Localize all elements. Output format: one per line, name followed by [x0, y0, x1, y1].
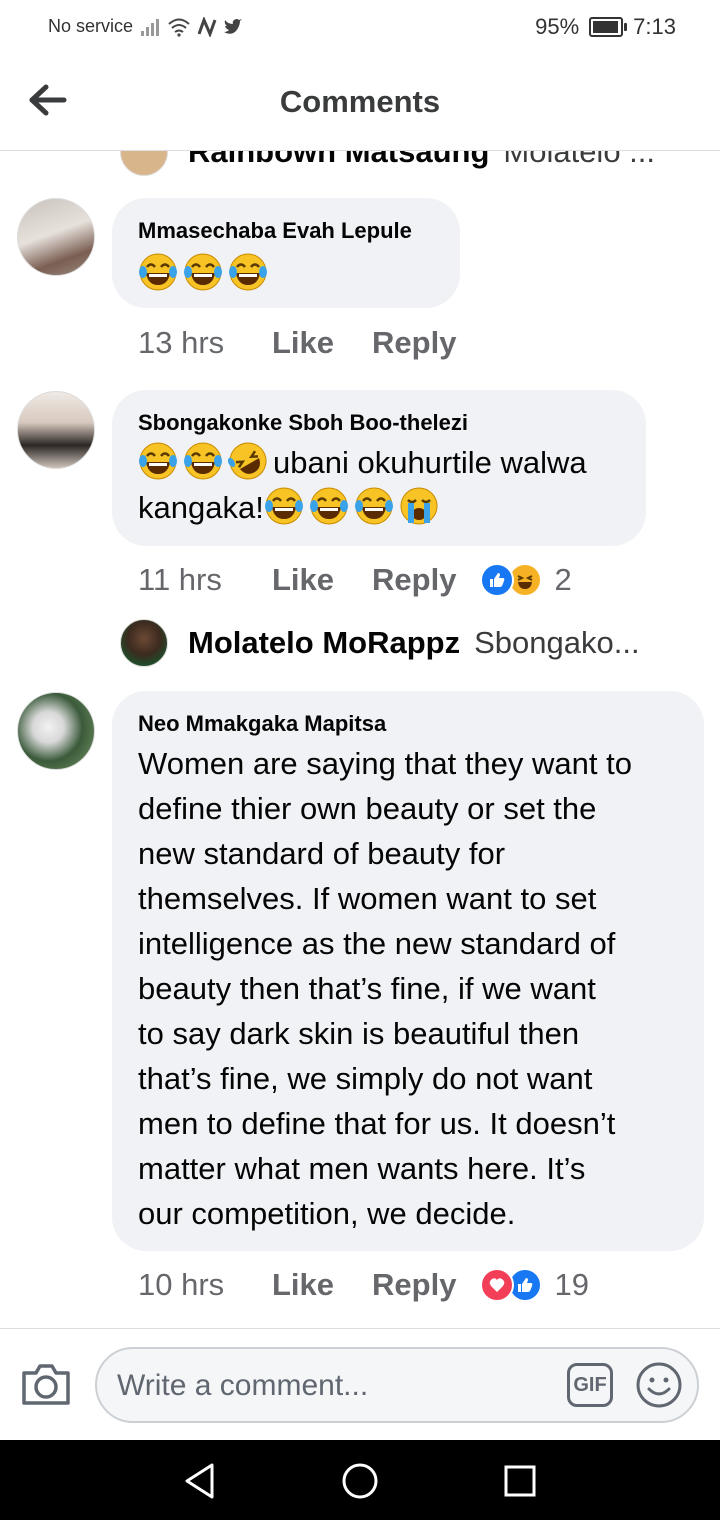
- joy-emoji-icon: [183, 252, 223, 292]
- like-button[interactable]: Like: [272, 562, 334, 598]
- comment-text-line: new standard of beauty for: [138, 836, 506, 871]
- camera-icon[interactable]: [20, 1361, 72, 1407]
- like-button[interactable]: Like: [272, 1267, 334, 1303]
- reply-button[interactable]: Reply: [372, 562, 456, 598]
- twitter-icon: [224, 18, 243, 34]
- comment-text-line: intelligence as the new standard of: [138, 926, 616, 961]
- comment-bubble[interactable]: Neo Mmakgaka Mapitsa Women are saying th…: [112, 691, 704, 1251]
- rofl-emoji-icon: [228, 441, 268, 481]
- avatar[interactable]: [17, 692, 95, 770]
- comment-actions: 10 hrs Like Reply 19: [138, 1267, 589, 1303]
- comment-actions: 13 hrs Like Reply: [138, 325, 494, 361]
- comment-text-line: beauty then that’s fine, if we want: [138, 971, 596, 1006]
- reaction-count[interactable]: 2: [554, 562, 571, 598]
- clock: 7:13: [633, 14, 676, 39]
- comment-composer: Write a comment... GIF: [0, 1328, 720, 1441]
- comment-placeholder: Write a comment...: [117, 1369, 369, 1402]
- comment-time: 11 hrs: [138, 562, 222, 597]
- comment-time: 10 hrs: [138, 1267, 225, 1302]
- comment-text-line: to say dark skin is beautiful then: [138, 1016, 580, 1051]
- commenter-name[interactable]: Sbongakonke Sboh Boo-thelezi: [138, 410, 468, 436]
- cry-emoji-icon: [399, 486, 439, 526]
- signal-icon: [141, 18, 160, 36]
- joy-emoji-icon: [183, 441, 223, 481]
- joy-emoji-icon: [228, 252, 268, 292]
- comment-text-line: kangaka!: [138, 490, 264, 525]
- avatar[interactable]: [17, 198, 95, 276]
- comment-bubble[interactable]: Sbongakonke Sboh Boo-thelezi ubani okuhu…: [112, 390, 646, 546]
- smiley-icon[interactable]: [635, 1361, 683, 1409]
- comments-header: Comments: [0, 56, 720, 151]
- comments-list[interactable]: Rainbown Matsaung Molatelo ... Mmasechab…: [0, 150, 720, 1328]
- battery-icon: [589, 17, 628, 37]
- reaction-count[interactable]: 19: [554, 1267, 588, 1303]
- comment-text: Sbongako...: [474, 625, 640, 660]
- avatar[interactable]: [17, 391, 95, 469]
- comment-time: 13 hrs: [138, 325, 225, 360]
- comment-text: Molatelo ...: [503, 150, 656, 169]
- comment-text-line: that’s fine, we simply do not want: [138, 1061, 593, 1096]
- nav-recents-icon[interactable]: [503, 1464, 537, 1498]
- comment-text: ubani okuhurtile walwa kangaka!: [138, 440, 587, 530]
- comment-text-line: define thier own beauty or set the: [138, 791, 597, 826]
- avatar[interactable]: [120, 619, 168, 667]
- comment-input[interactable]: Write a comment... GIF: [95, 1347, 699, 1423]
- love-reaction-icon: [480, 1268, 515, 1302]
- comment-emojis: [138, 252, 273, 292]
- commenter-name[interactable]: Neo Mmakgaka Mapitsa: [138, 711, 386, 737]
- joy-emoji-icon: [309, 486, 349, 526]
- nav-home-icon[interactable]: [341, 1462, 379, 1500]
- carrier-label: No service: [48, 16, 134, 36]
- comment-text-line: men to define that for us. It doesn’t: [138, 1106, 616, 1141]
- reply-preview[interactable]: Rainbown Matsaung Molatelo ...: [120, 150, 655, 176]
- reaction-summary[interactable]: 2: [480, 562, 572, 598]
- gif-icon[interactable]: GIF: [567, 1363, 613, 1407]
- reaction-summary[interactable]: 19: [480, 1267, 589, 1303]
- comment-text-line: Women are saying that they want to: [138, 746, 632, 781]
- commenter-name[interactable]: Molatelo MoRappz: [188, 625, 460, 661]
- comment-text: Women are saying that they want to defin…: [138, 741, 632, 1236]
- wifi-icon: [168, 18, 190, 37]
- like-button[interactable]: Like: [272, 325, 334, 361]
- like-reaction-icon: [480, 563, 515, 597]
- status-bar: No service 95% 7:13: [0, 0, 720, 56]
- joy-emoji-icon: [138, 441, 178, 481]
- system-nav-bar: [0, 1440, 720, 1520]
- commenter-name[interactable]: Mmasechaba Evah Lepule: [138, 218, 412, 244]
- reply-preview[interactable]: Molatelo MoRappz Sbongako...: [120, 619, 640, 667]
- comment-text-line: matter what men wants here. It’s: [138, 1151, 586, 1186]
- joy-emoji-icon: [138, 252, 178, 292]
- joy-emoji-icon: [354, 486, 394, 526]
- comment-bubble[interactable]: Mmasechaba Evah Lepule: [112, 198, 460, 308]
- comment-actions: 11 hrs Like Reply 2: [138, 562, 572, 598]
- comment-text-line: our competition, we decide.: [138, 1196, 516, 1231]
- commenter-name[interactable]: Rainbown Matsaung: [188, 150, 489, 170]
- reply-button[interactable]: Reply: [372, 325, 456, 361]
- nfc-icon: [197, 16, 217, 37]
- page-title: Comments: [279, 84, 441, 119]
- reply-button[interactable]: Reply: [372, 1267, 456, 1303]
- avatar[interactable]: [120, 150, 168, 176]
- nav-back-icon[interactable]: [182, 1462, 218, 1500]
- joy-emoji-icon: [264, 486, 304, 526]
- comment-text-line: ubani okuhurtile walwa: [273, 445, 587, 480]
- comment-text-line: themselves. If women want to set: [138, 881, 597, 916]
- battery-percent: 95%: [535, 14, 580, 39]
